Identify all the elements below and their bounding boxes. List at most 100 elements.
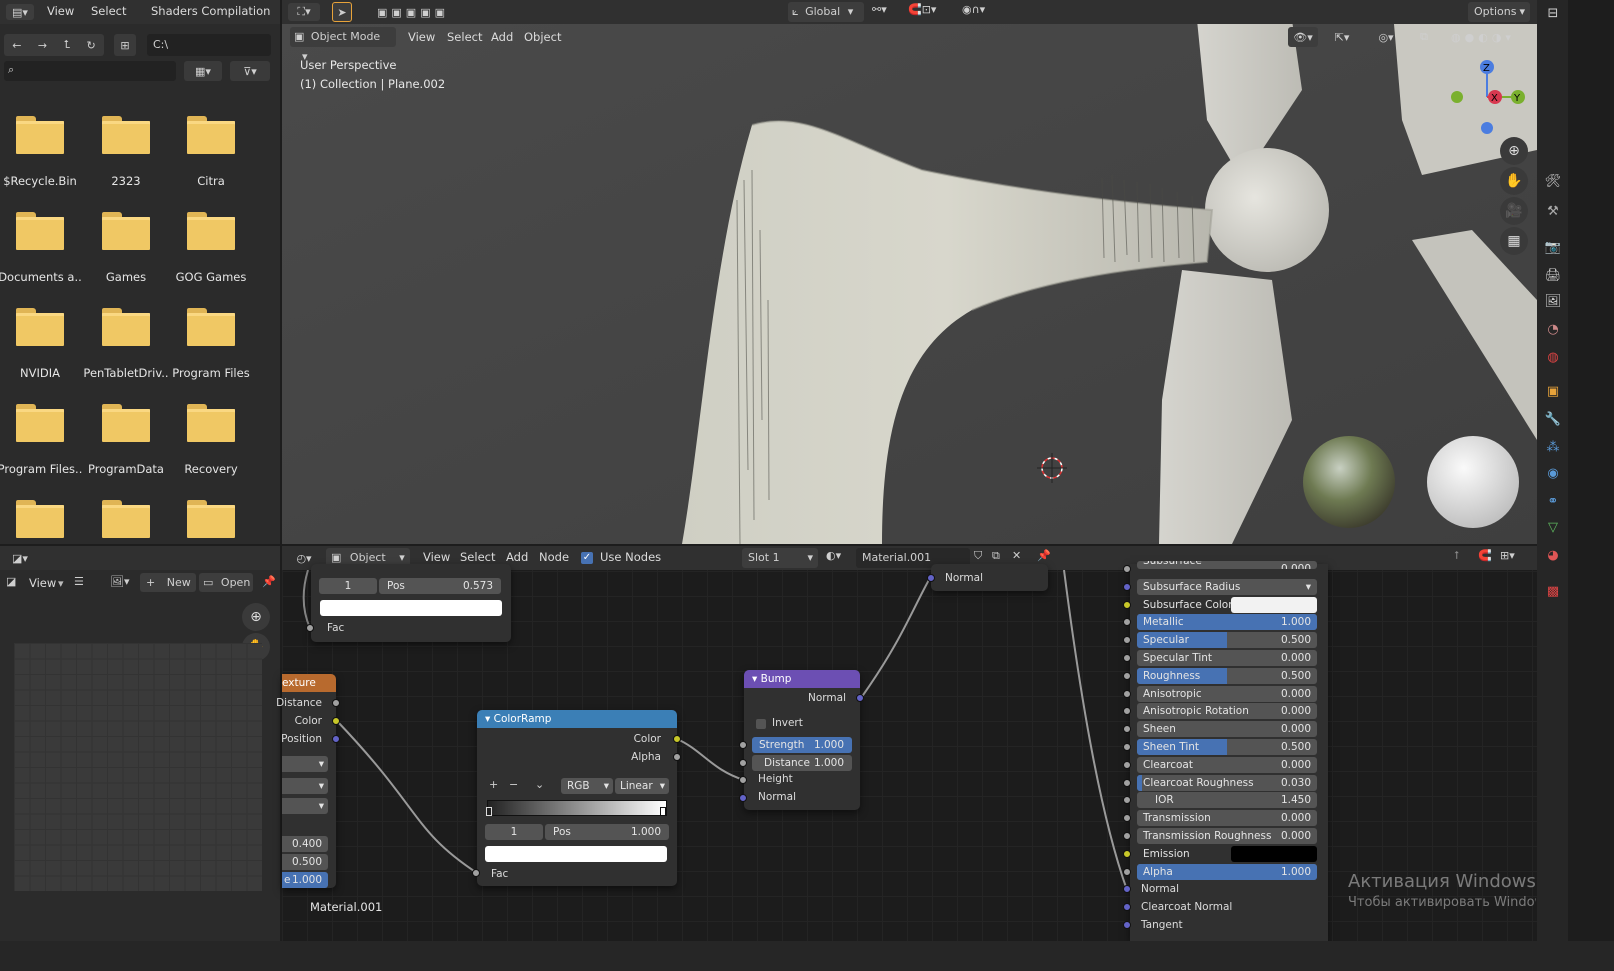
bsdf-input-socket[interactable] bbox=[1123, 832, 1131, 840]
bsdf-row[interactable]: Roughness 0.500 bbox=[1137, 668, 1317, 684]
fac-input-socket[interactable] bbox=[472, 869, 480, 877]
texture-dropdown-3[interactable]: ▾ bbox=[282, 798, 328, 814]
proportional-edit-icon[interactable]: ◉∩▾ bbox=[962, 3, 985, 16]
options-dropdown[interactable]: Options ▾ bbox=[1468, 2, 1530, 22]
select-mode-icons[interactable]: ▣▣▣▣▣ bbox=[368, 3, 458, 21]
constraints-icon[interactable]: ⚭ bbox=[1542, 490, 1564, 512]
bump-node[interactable]: ▾ Bump Normal Invert Strength 1.000 Dista… bbox=[744, 670, 860, 810]
bsdf-row[interactable]: Specular 0.500 bbox=[1137, 632, 1317, 648]
texture-value-2[interactable]: 0.500 bbox=[282, 854, 328, 870]
folder-item[interactable]: PenTabletDriv.. bbox=[83, 294, 169, 380]
pan-hand-icon[interactable]: ✋ bbox=[1500, 167, 1528, 195]
normal-input-socket[interactable] bbox=[739, 794, 747, 802]
shading-mode-icons[interactable]: ◍●◐◑▾ bbox=[1438, 27, 1528, 47]
bsdf-input-socket[interactable] bbox=[1123, 725, 1131, 733]
color-ramp-gradient[interactable] bbox=[487, 800, 667, 816]
bsdf-row[interactable]: Anisotropic Rotation 0.000 bbox=[1137, 703, 1317, 719]
bsdf-row[interactable]: Transmission 0.000 bbox=[1137, 810, 1317, 826]
navigation-gizmo[interactable]: Z Y X bbox=[1440, 55, 1535, 140]
folder-item[interactable]: GOG Games bbox=[168, 198, 254, 284]
bsdf-input-socket[interactable] bbox=[1123, 814, 1131, 822]
texture-dropdown-1[interactable]: ▾ bbox=[282, 756, 328, 772]
folder-item[interactable]: Documents a.. bbox=[0, 198, 83, 284]
bsdf-input-socket[interactable] bbox=[1123, 868, 1131, 876]
fake-user-shield-icon[interactable]: ⛉ bbox=[974, 549, 982, 563]
bsdf-input-socket[interactable] bbox=[1123, 618, 1131, 626]
folder-item[interactable]: Recovery bbox=[168, 390, 254, 476]
invert-checkbox[interactable] bbox=[756, 719, 766, 729]
color-output-socket[interactable] bbox=[332, 717, 340, 725]
folder-item[interactable]: Games bbox=[83, 198, 169, 284]
tool-settings-icon[interactable]: ⚒ bbox=[1542, 200, 1564, 222]
bsdf-input-socket[interactable] bbox=[1123, 796, 1131, 804]
zoom-icon[interactable]: ⊕ bbox=[242, 603, 270, 631]
ramp-pos-field[interactable]: Pos 1.000 bbox=[545, 824, 669, 840]
physics-icon[interactable]: ◉ bbox=[1542, 462, 1564, 484]
menu-node[interactable]: Node bbox=[539, 546, 569, 568]
pivot-icon[interactable]: ⚯▾ bbox=[872, 3, 887, 16]
texture-icon[interactable]: ▩ bbox=[1542, 580, 1564, 602]
filter-icon[interactable]: ⊽▾ bbox=[230, 61, 270, 81]
menu-view[interactable]: View bbox=[408, 26, 435, 48]
texture-node[interactable]: exture Distance Color Position ▾ ▾ ▾ 0.4… bbox=[276, 674, 336, 888]
texture-value-3[interactable]: e 1.000 bbox=[282, 872, 328, 888]
bsdf-input-socket[interactable] bbox=[1123, 707, 1131, 715]
bsdf-row[interactable]: Subsurface Radius ▾ bbox=[1137, 579, 1317, 595]
add-stop-icon[interactable]: + bbox=[489, 778, 498, 791]
menu-view[interactable]: View bbox=[47, 0, 74, 22]
material-icon[interactable]: ◕ bbox=[1542, 544, 1564, 566]
parent-dir-icon[interactable]: ⮤ bbox=[64, 38, 71, 52]
menu-object[interactable]: Object bbox=[524, 26, 561, 48]
ramp-color-swatch[interactable] bbox=[320, 600, 502, 616]
ramp-stop-black[interactable] bbox=[486, 807, 492, 816]
bsdf-row[interactable]: Emission bbox=[1137, 846, 1317, 862]
position-output-socket[interactable] bbox=[332, 735, 340, 743]
view-layer-icon[interactable]: 🖼 bbox=[1542, 290, 1564, 312]
collapse-icon[interactable]: ▾ bbox=[752, 673, 757, 685]
gizmo-toggle-icon[interactable]: ⇱▾ bbox=[1324, 27, 1360, 47]
mode-dropdown[interactable]: ▣ Object Mode ▾ bbox=[290, 27, 396, 63]
bsdf-row[interactable]: Alpha 1.000 bbox=[1137, 864, 1317, 880]
xray-icon[interactable]: ⧉ bbox=[1414, 27, 1434, 47]
color-mode-dropdown[interactable]: RGB ▾ bbox=[561, 778, 613, 794]
bsdf-input-socket[interactable] bbox=[1123, 850, 1131, 858]
scene-icon[interactable]: ◔ bbox=[1542, 318, 1564, 340]
normal-input-socket[interactable] bbox=[927, 574, 935, 582]
ramp-pos-field[interactable]: Pos 0.573 bbox=[379, 578, 501, 594]
bsdf-input-socket[interactable] bbox=[1123, 743, 1131, 751]
material-browse-icon[interactable]: ◐▾ bbox=[826, 549, 841, 562]
colorramp-node-top[interactable]: 1 Pos 0.573 Fac bbox=[311, 564, 511, 642]
bsdf-input-socket[interactable] bbox=[1123, 636, 1131, 644]
data-icon[interactable]: ▽ bbox=[1542, 516, 1564, 538]
color-output-socket[interactable] bbox=[673, 735, 681, 743]
new-image-button[interactable]: + New bbox=[140, 573, 196, 592]
forward-icon[interactable]: → bbox=[38, 39, 47, 52]
properties-editor-icon[interactable]: ⊟ bbox=[1542, 2, 1564, 24]
use-nodes-checkbox[interactable]: ✓ bbox=[581, 552, 593, 564]
bsdf-input-socket[interactable] bbox=[1123, 690, 1131, 698]
bsdf-row[interactable]: Sheen 0.000 bbox=[1137, 721, 1317, 737]
modifier-wrench-icon[interactable]: 🔧 bbox=[1542, 408, 1564, 430]
menu-add[interactable]: Add bbox=[491, 26, 513, 48]
snap-mode-icon[interactable]: ⊞▾ bbox=[1500, 549, 1515, 562]
viewport-3d[interactable] bbox=[282, 0, 1537, 544]
ramp-index-field[interactable]: 1 bbox=[485, 824, 543, 840]
folder-item[interactable]: Program Files.. bbox=[0, 390, 83, 476]
bsdf-row[interactable]: Metallic 1.000 bbox=[1137, 614, 1317, 630]
chevron-down-icon[interactable]: ⌄ bbox=[535, 778, 544, 791]
strength-field[interactable]: Strength 1.000 bbox=[752, 737, 852, 753]
hamburger-icon[interactable]: ☰ bbox=[74, 575, 84, 588]
texture-dropdown-2[interactable]: ▾ bbox=[282, 778, 328, 794]
editor-type-icon[interactable]: ◪▾ bbox=[6, 550, 34, 566]
camera-icon[interactable]: 🎥 bbox=[1500, 197, 1528, 225]
render-icon[interactable]: 📷 bbox=[1542, 236, 1564, 258]
ramp-color-swatch[interactable] bbox=[485, 846, 667, 862]
colorramp-node[interactable]: ▾ ColorRamp Color Alpha + − ⌄ RGB ▾ Linea… bbox=[477, 710, 677, 886]
display-mode-icon[interactable]: ▦▾ bbox=[184, 61, 222, 81]
refresh-icon[interactable]: ↻ bbox=[87, 39, 96, 52]
texture-value-1[interactable]: 0.400 bbox=[282, 836, 328, 852]
distance-input-socket[interactable] bbox=[739, 759, 747, 767]
alpha-output-socket[interactable] bbox=[673, 753, 681, 761]
bsdf-row[interactable]: Clearcoat Roughness 0.030 bbox=[1137, 775, 1317, 791]
object-icon[interactable]: ▣ bbox=[1542, 380, 1564, 402]
